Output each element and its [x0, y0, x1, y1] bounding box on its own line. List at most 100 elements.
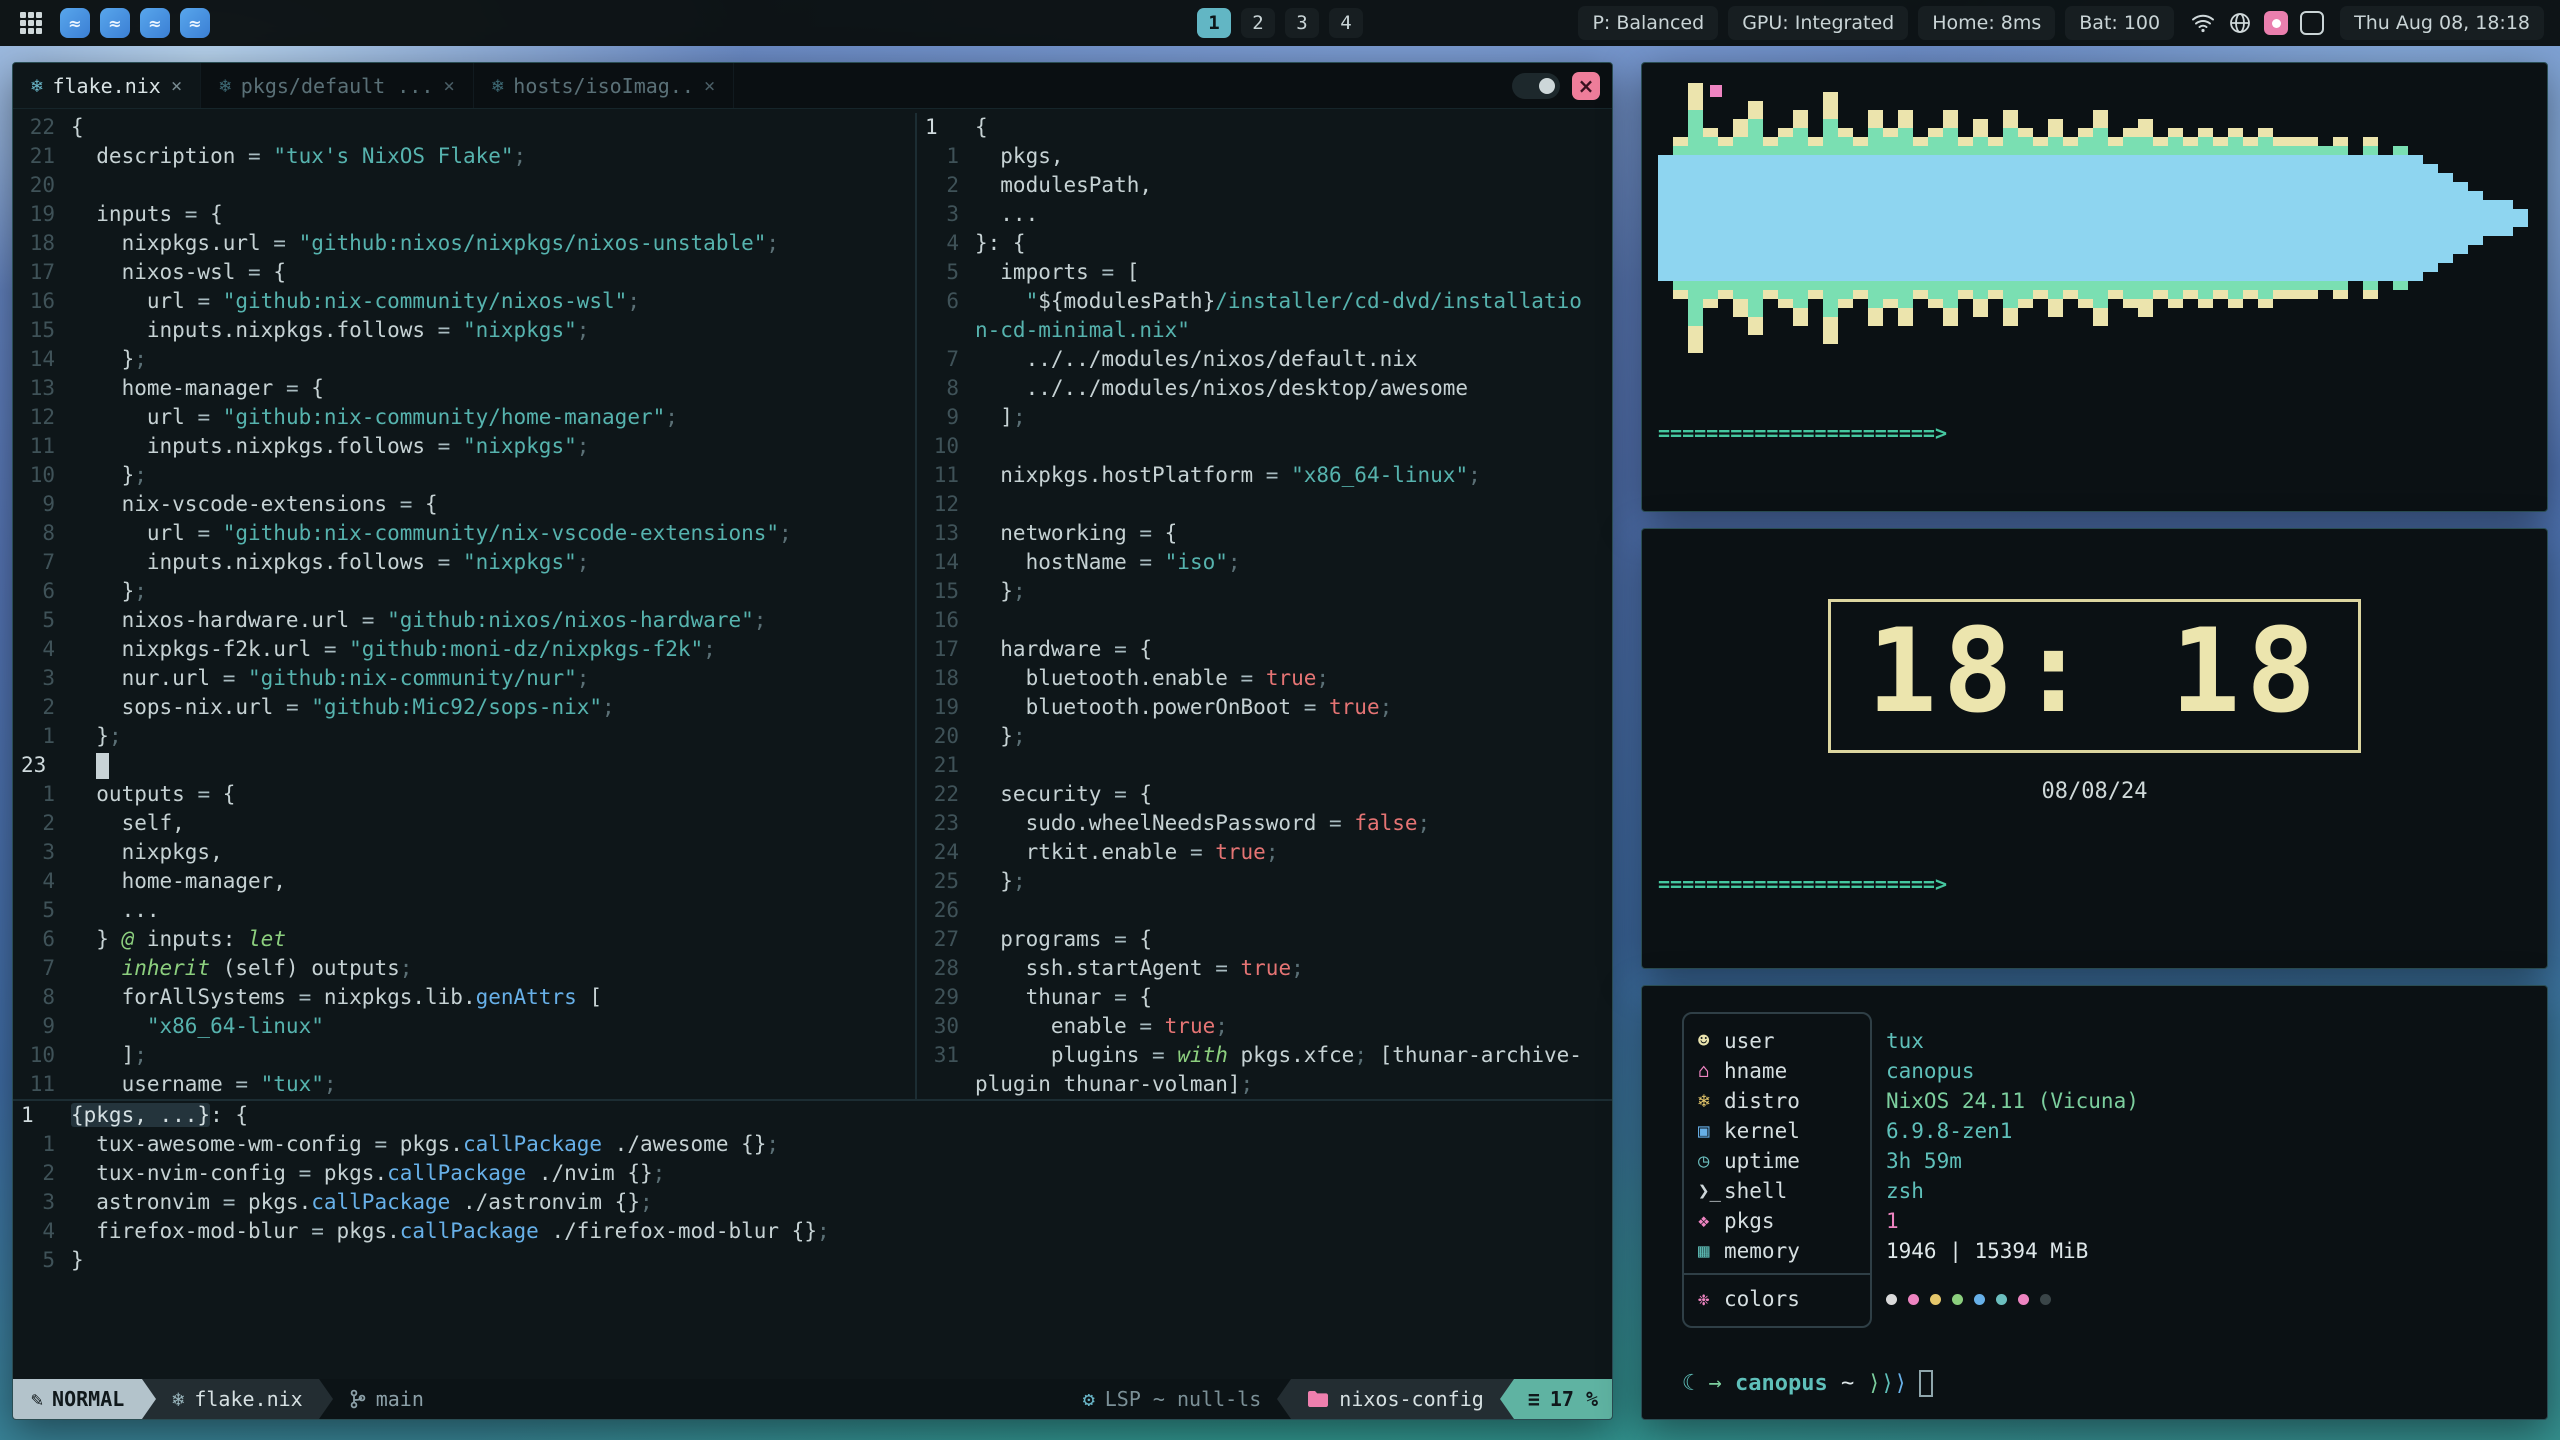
- wifi-icon[interactable]: [2190, 11, 2216, 35]
- workspace-button-4[interactable]: 4: [1329, 8, 1363, 38]
- color-dot: [1996, 1294, 2007, 1305]
- visualizer-bar: [1688, 83, 1703, 353]
- tray-app-icon[interactable]: [2300, 11, 2324, 35]
- workspace-button-1[interactable]: 1: [1197, 8, 1231, 38]
- workspace-button-3[interactable]: 3: [1285, 8, 1319, 38]
- code-line: 16: [917, 606, 1612, 635]
- memory-icon: ▦: [1682, 1236, 1724, 1266]
- user-icon: ☻: [1682, 1026, 1724, 1056]
- status-pill: P: Balanced: [1578, 6, 1718, 40]
- code-line: 7 inputs.nixpkgs.follows = "nixpkgs";: [13, 548, 915, 577]
- visualizer-bar: [1913, 137, 1928, 299]
- code-line: 22{: [13, 113, 915, 142]
- nix-snowflake-icon: ❄: [31, 75, 42, 97]
- visualizer-bar: [2318, 146, 2333, 290]
- visualizer-bar: [1808, 137, 1823, 299]
- taskbar-app-icon[interactable]: ≈: [140, 8, 170, 38]
- visualizer-bar: [2468, 191, 2483, 245]
- fetch-label: memory: [1724, 1236, 1856, 1266]
- visualizer-bar: [2513, 209, 2528, 227]
- code-line: 23 sudo.wheelNeedsPassword = false;: [917, 809, 1612, 838]
- code-line: 26: [917, 896, 1612, 925]
- visualizer-bar: [2378, 155, 2393, 281]
- visualizer-bar: [2168, 128, 2183, 308]
- packages-icon: ❖: [1682, 1206, 1724, 1236]
- fetch-label: kernel: [1724, 1116, 1856, 1146]
- uptime-icon: ◷: [1682, 1146, 1724, 1176]
- lsp-status: ⚙ LSP ~ null-ls: [1067, 1387, 1278, 1411]
- editor-tab[interactable]: ❄pkgs/default ...×: [201, 63, 474, 108]
- code-line: 6 };: [13, 577, 915, 606]
- code-line: 14 };: [13, 345, 915, 374]
- visualizer-bar: [2063, 137, 2078, 299]
- visualizer-bar: [1943, 110, 1958, 326]
- pane-flake-nix[interactable]: 22{21 description = "tux's NixOS Flake";…: [13, 113, 915, 1099]
- taskbar-app-icon[interactable]: ≈: [180, 8, 210, 38]
- code-line: 28 ssh.startAgent = true;: [917, 954, 1612, 983]
- code-line: 3 nur.url = "github:nix-community/nur";: [13, 664, 915, 693]
- fetch-value: 1946 | 15394 MiB: [1856, 1236, 2088, 1266]
- app-launcher-icon[interactable]: [16, 8, 46, 38]
- code-line: 2 modulesPath,: [917, 171, 1612, 200]
- visualizer-bar: [2303, 137, 2318, 299]
- code-line: 5 imports = [: [917, 258, 1612, 287]
- code-line: 21 description = "tux's NixOS Flake";: [13, 142, 915, 171]
- code-line: 22 security = {: [917, 780, 1612, 809]
- code-line: 12: [917, 490, 1612, 519]
- taskbar-app-icon[interactable]: ≈: [100, 8, 130, 38]
- topbar-left: ≈ ≈ ≈ ≈: [16, 8, 210, 38]
- progress-arrow: =======================>: [1658, 417, 2531, 449]
- pane-iso-image[interactable]: 1{1 pkgs,2 modulesPath,3 ...4}: {5 impor…: [917, 113, 1612, 1099]
- git-branch: main: [333, 1387, 440, 1411]
- project-name: nixos-config: [1291, 1379, 1500, 1419]
- visualizer-bar: [2333, 137, 2348, 299]
- code-line: 11 inputs.nixpkgs.follows = "nixpkgs";: [13, 432, 915, 461]
- status-pill: GPU: Integrated: [1728, 6, 1908, 40]
- code-line: 10 ];: [13, 1041, 915, 1070]
- shell-prompt[interactable]: ☾ → canopus ~ ⟩⟩⟩: [1658, 1370, 2531, 1405]
- editor-tab[interactable]: ❄ flake.nix ×: [13, 63, 201, 108]
- status-pill: Home: 8ms: [1918, 6, 2055, 40]
- visualizer-window: =======================> Playing: ffee f…: [1641, 62, 2548, 512]
- tab-close-icon[interactable]: ×: [171, 75, 182, 97]
- statusline-file: ❄ flake.nix: [156, 1379, 318, 1419]
- code-line: 18 nixpkgs.url = "github:nixos/nixpkgs/n…: [13, 229, 915, 258]
- screenshot-tool-icon[interactable]: [2264, 11, 2288, 35]
- visualizer-bar: [1823, 92, 1838, 344]
- visualizer-bar: [2198, 128, 2213, 308]
- right-column: =======================> Playing: ffee f…: [1641, 62, 2548, 1420]
- taskbar-app-icon[interactable]: ≈: [60, 8, 90, 38]
- tab-label: flake.nix: [52, 74, 160, 98]
- fetch-value: NixOS 24.11 (Vicuna): [1856, 1086, 2139, 1116]
- visualizer-bar: [2153, 137, 2168, 299]
- fetch-label: user: [1724, 1026, 1856, 1056]
- window-close-button[interactable]: ×: [1572, 72, 1600, 100]
- pane-pkgs-default[interactable]: 1{pkgs, ...}: {1 tux-awesome-wm-config =…: [13, 1101, 1612, 1275]
- code-line: 11 nixpkgs.hostPlatform = "x86_64-linux"…: [917, 461, 1612, 490]
- network-globe-icon[interactable]: [2228, 11, 2252, 35]
- code-line: 19 inputs = {: [13, 200, 915, 229]
- editor-body[interactable]: 22{21 description = "tux's NixOS Flake";…: [13, 109, 1612, 1379]
- visualizer-bar: [2078, 128, 2093, 308]
- project-label: nixos-config: [1339, 1387, 1484, 1411]
- visualizer-bar: [1703, 128, 1718, 308]
- now-playing-block: =======================> Playing: d (cof…: [1658, 804, 2531, 969]
- workspace-button-2[interactable]: 2: [1241, 8, 1275, 38]
- editor-tab[interactable]: ❄hosts/isoImag..×: [474, 63, 735, 108]
- fetch-row-kernel: ▣kernel6.9.8-zen1: [1682, 1116, 2531, 1146]
- now-playing-block: =======================> Playing: ffee f…: [1658, 353, 2531, 512]
- lsp-label: LSP ~ null-ls: [1105, 1387, 1262, 1411]
- powerline-separator: [1500, 1379, 1514, 1419]
- visualizer-bar: [1793, 110, 1808, 326]
- code-line: 3 astronvim = pkgs.callPackage ./astronv…: [13, 1188, 1612, 1217]
- window-toggle-switch[interactable]: [1512, 73, 1560, 99]
- powerline-separator: [1277, 1379, 1291, 1419]
- branch-icon: [349, 1389, 367, 1409]
- powerline-separator: [142, 1379, 156, 1419]
- list-icon: ≡: [1528, 1387, 1540, 1411]
- tab-close-icon[interactable]: ×: [704, 75, 715, 97]
- code-line: 15 };: [917, 577, 1612, 606]
- progress-arrow: =======================>: [1658, 868, 2531, 900]
- tab-close-icon[interactable]: ×: [443, 75, 454, 97]
- nix-snowflake-icon: ❄: [219, 75, 230, 97]
